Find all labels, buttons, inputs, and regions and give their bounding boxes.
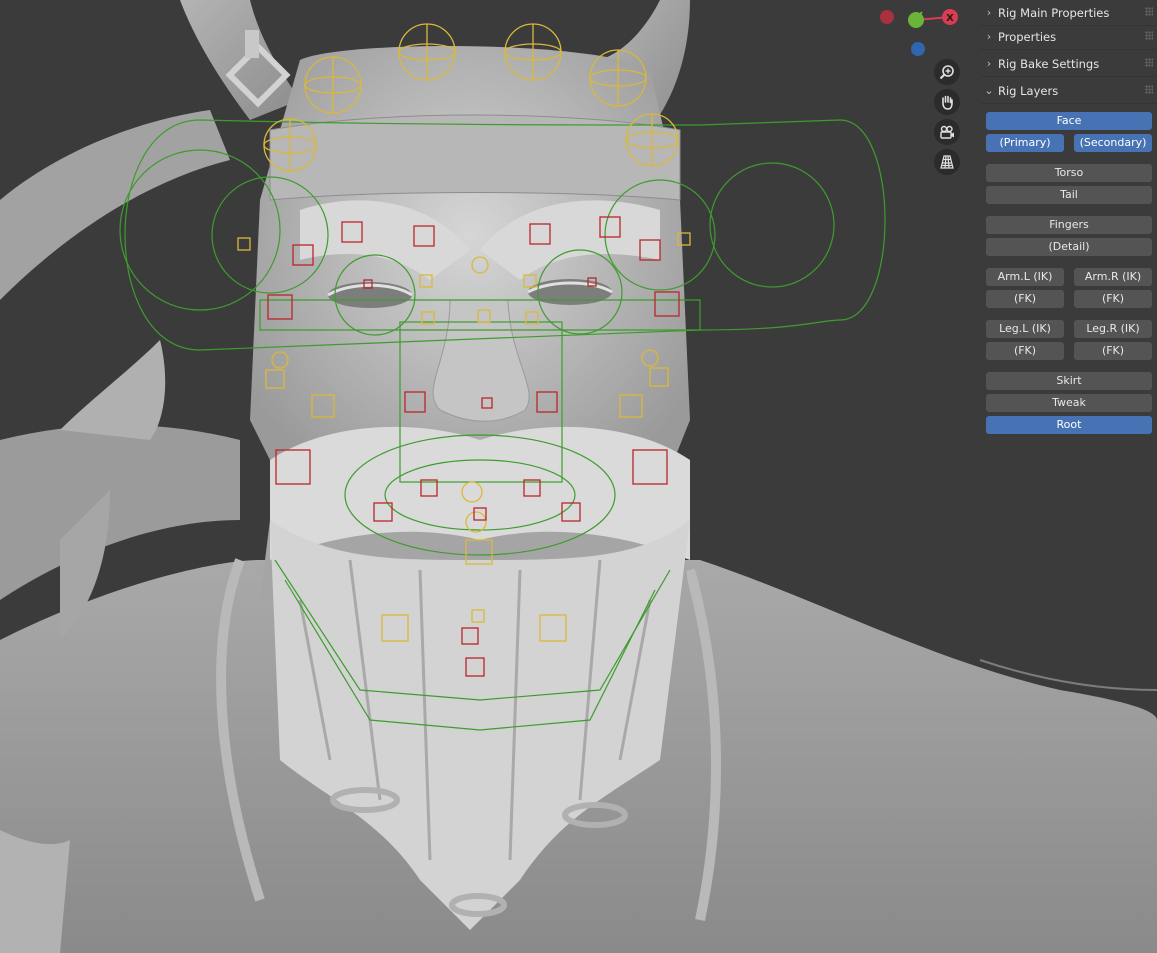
zoom-button[interactable] [934, 59, 960, 85]
layer-arm-l-ik-button[interactable]: Arm.L (IK) [986, 268, 1064, 286]
chevron-right-icon: › [986, 57, 992, 70]
chevron-right-icon: › [986, 30, 992, 43]
layer-face-button[interactable]: Face [986, 112, 1152, 130]
pan-button[interactable] [934, 89, 960, 115]
panel-title: Properties [998, 29, 1057, 44]
sidebar-panel: › Rig Main Properties › Properties › Rig… [980, 0, 1157, 953]
navigation-gizmo[interactable]: X [872, 0, 962, 62]
layer-leg-l-fk-button[interactable]: (FK) [986, 342, 1064, 360]
panel-rig-layers[interactable]: ⌄ Rig Layers [980, 78, 1157, 104]
layer-secondary-button[interactable]: (Secondary) [1074, 134, 1152, 152]
camera-view-icon [940, 125, 954, 139]
panel-title: Rig Main Properties [998, 5, 1110, 20]
layer-arm-r-fk-button[interactable]: (FK) [1074, 290, 1152, 308]
x-axis-label: X [946, 13, 954, 24]
grid-ortho-icon [940, 155, 954, 169]
panel-rig-main-properties[interactable]: › Rig Main Properties [980, 0, 1157, 26]
camera-view-button[interactable] [934, 119, 960, 145]
layer-leg-r-ik-button[interactable]: Leg.R (IK) [1074, 320, 1152, 338]
layer-leg-l-ik-button[interactable]: Leg.L (IK) [986, 320, 1064, 338]
chevron-down-icon: ⌄ [984, 84, 994, 97]
panel-title: Rig Bake Settings [998, 56, 1100, 71]
layer-skirt-button[interactable]: Skirt [986, 372, 1152, 390]
drag-handle-icon[interactable] [1145, 58, 1153, 67]
layer-tweak-button[interactable]: Tweak [986, 394, 1152, 412]
neg-x-axis-dot[interactable] [880, 10, 894, 24]
neg-z-axis-dot[interactable] [911, 42, 925, 56]
panel-properties[interactable]: › Properties [980, 24, 1157, 50]
layer-root-button[interactable]: Root [986, 416, 1152, 434]
panel-rig-bake-settings[interactable]: › Rig Bake Settings [980, 51, 1157, 77]
layer-leg-r-fk-button[interactable]: (FK) [1074, 342, 1152, 360]
drag-handle-icon[interactable] [1145, 31, 1153, 40]
zoom-in-icon [939, 65, 954, 80]
layer-detail-button[interactable]: (Detail) [986, 238, 1152, 256]
chevron-right-icon: › [986, 6, 992, 19]
hand-pan-icon [942, 95, 953, 110]
panel-title: Rig Layers [998, 83, 1059, 98]
ortho-toggle-button[interactable] [934, 149, 960, 175]
layer-torso-button[interactable]: Torso [986, 164, 1152, 182]
layer-tail-button[interactable]: Tail [986, 186, 1152, 204]
drag-handle-icon[interactable] [1145, 85, 1153, 94]
layer-primary-button[interactable]: (Primary) [986, 134, 1064, 152]
drag-handle-icon[interactable] [1145, 7, 1153, 16]
layer-arm-r-ik-button[interactable]: Arm.R (IK) [1074, 268, 1152, 286]
y-axis-dot[interactable] [908, 12, 924, 28]
layer-fingers-button[interactable]: Fingers [986, 216, 1152, 234]
layer-arm-l-fk-button[interactable]: (FK) [986, 290, 1064, 308]
